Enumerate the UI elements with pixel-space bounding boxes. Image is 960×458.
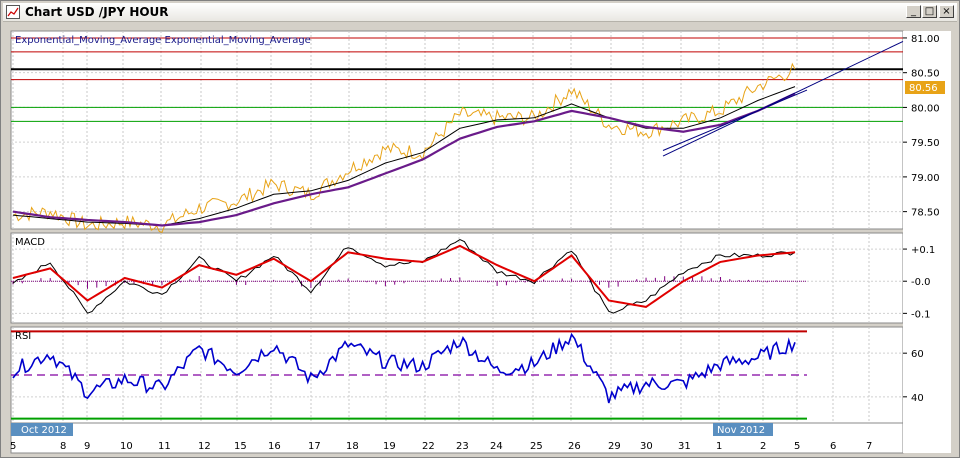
macd-y-tick-label: -0.1 <box>911 309 931 320</box>
window-title: Chart USD /JPY HOUR <box>25 5 169 19</box>
minimize-button[interactable]: _ <box>906 5 921 18</box>
x-tick-label: 12 <box>198 441 211 452</box>
x-tick-label: 5 <box>794 441 800 452</box>
price-panel-label: Exponential_Moving_Average Exponential_M… <box>15 35 311 46</box>
price-tag-value: 80.56 <box>909 83 938 94</box>
x-tick-label: 16 <box>268 441 281 452</box>
x-tick-label: 8 <box>60 441 66 452</box>
x-tick-label: 24 <box>490 441 503 452</box>
title-bar[interactable]: Chart USD /JPY HOUR _ □ × <box>3 3 957 22</box>
price-y-tick-label: 79.50 <box>911 138 940 149</box>
x-tick-label: 18 <box>346 441 359 452</box>
x-tick-label: 19 <box>383 441 396 452</box>
x-tick-label: 11 <box>158 441 171 452</box>
chart-window: Chart USD /JPY HOUR _ □ × 5 8 9 10 11 12 15 16 1… <box>0 0 960 458</box>
macd-y-tick-label: +0.1 <box>911 245 935 256</box>
x-tick-label: 10 <box>120 441 133 452</box>
x-tick-label: 1 <box>716 441 722 452</box>
x-tick-label: 6 <box>830 441 836 452</box>
x-tick-label: 15 <box>234 441 247 452</box>
x-tick-label: 2 <box>760 441 766 452</box>
date-left-label: Oct 2012 <box>21 425 67 436</box>
x-tick-label: 5 <box>10 441 16 452</box>
price-y-tick-label: 80.00 <box>911 103 940 114</box>
macd-panel-label: MACD <box>15 237 45 248</box>
rsi-panel-label: RSI <box>15 331 31 342</box>
x-tick-label: 9 <box>84 441 90 452</box>
date-right-label: Nov 2012 <box>717 425 765 436</box>
x-tick-label: 25 <box>530 441 543 452</box>
x-tick-label: 29 <box>608 441 621 452</box>
x-tick-label: 7 <box>866 441 872 452</box>
rsi-y-tick-label: 60 <box>911 349 924 360</box>
x-tick-label: 31 <box>678 441 691 452</box>
macd-y-tick-label: -0.0 <box>911 277 931 288</box>
price-y-tick-label: 78.50 <box>911 208 940 219</box>
x-tick-label: 17 <box>308 441 321 452</box>
maximize-button[interactable]: □ <box>922 5 937 18</box>
price-y-tick-label: 79.00 <box>911 173 940 184</box>
price-y-tick-label: 81.00 <box>911 34 940 45</box>
chart-canvas[interactable]: 5 8 9 10 11 12 15 16 17 18 19 22 23 24 25 26 29 30 31 1 2 5 6 7… <box>1 23 951 457</box>
chart-app-icon <box>6 5 20 19</box>
x-tick-label: 23 <box>456 441 469 452</box>
y-axis-area <box>903 31 951 453</box>
close-button[interactable]: × <box>939 5 954 18</box>
rsi-y-tick-label: 40 <box>911 393 924 404</box>
x-tick-label: 22 <box>422 441 435 452</box>
price-y-tick-label: 80.50 <box>911 69 940 80</box>
x-tick-label: 26 <box>568 441 581 452</box>
x-tick-label: 30 <box>640 441 653 452</box>
